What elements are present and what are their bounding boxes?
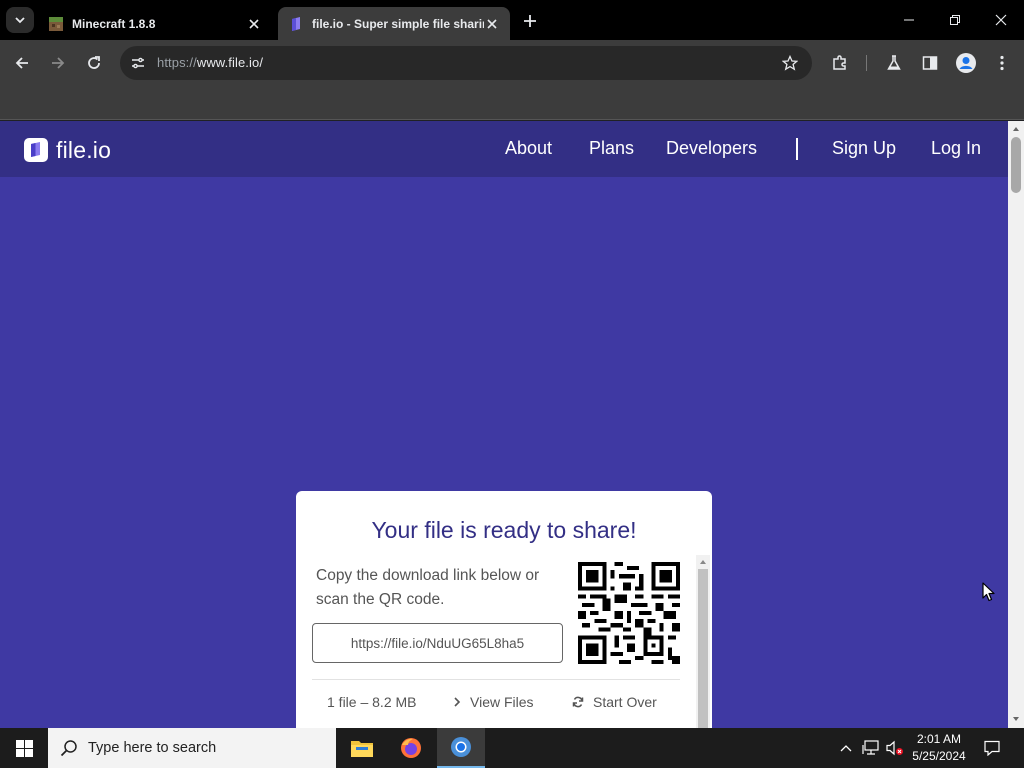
mouse-cursor-icon [982, 582, 995, 602]
close-window-button[interactable] [978, 0, 1024, 40]
back-button[interactable] [8, 49, 36, 77]
fileio-logo-icon [24, 138, 48, 162]
side-panel-icon [922, 56, 938, 70]
site-navbar: file.io About Plans Developers Sign Up L… [0, 121, 1008, 177]
toolbar-divider [866, 55, 867, 71]
card-description: Copy the download link below or scan the… [316, 567, 540, 608]
close-tab-icon[interactable] [246, 16, 262, 32]
flask-icon [887, 55, 901, 70]
file-explorer-button[interactable] [338, 728, 386, 768]
page-scrollbar[interactable] [1008, 121, 1024, 728]
notification-icon [984, 740, 1000, 756]
minimize-button[interactable] [886, 0, 932, 40]
volume-button[interactable] [884, 728, 906, 768]
reload-icon [88, 56, 100, 69]
bookmark-star-icon[interactable] [780, 53, 800, 73]
tab-fileio[interactable]: file.io - Super simple file sharing [278, 7, 510, 40]
firefox-button[interactable] [387, 728, 435, 768]
refresh-icon [572, 696, 584, 708]
side-panel-button[interactable] [916, 49, 944, 77]
show-hidden-icons-button[interactable] [836, 728, 856, 768]
nav-sign-up[interactable]: Sign Up [832, 138, 896, 159]
restore-icon [950, 15, 960, 25]
page-scrollbar-thumb[interactable] [1011, 137, 1021, 193]
nav-about[interactable]: About [505, 138, 552, 159]
start-over-button[interactable]: Start Over [572, 694, 657, 710]
new-tab-button[interactable] [518, 10, 542, 32]
bookmarks-bar [0, 85, 1024, 120]
nav-log-in[interactable]: Log In [931, 138, 981, 159]
plus-icon [524, 15, 536, 27]
url-text: https://www.file.io/ [157, 55, 264, 70]
close-tab-icon[interactable] [484, 16, 500, 32]
fileio-favicon-icon [292, 16, 300, 31]
chrome-icon [451, 737, 471, 757]
menu-button[interactable] [988, 49, 1016, 77]
nav-developers[interactable]: Developers [666, 138, 757, 159]
start-button[interactable] [0, 728, 48, 768]
tab-title: file.io - Super simple file sharing [312, 16, 484, 31]
logo-text: file.io [56, 136, 112, 163]
share-card: Your file is ready to share! Copy the do… [296, 491, 712, 728]
windows-taskbar: Type here to search 2:01 AM 5/25/2024 [0, 728, 1024, 768]
site-logo[interactable]: file.io [24, 137, 111, 163]
tab-strip: Minecraft 1.8.8 file.io - Super simple f… [0, 0, 1024, 40]
card-divider [312, 679, 680, 680]
network-icon [862, 740, 879, 755]
network-button[interactable] [860, 728, 882, 768]
file-info: 1 file – 8.2 MB [327, 694, 417, 710]
minecraft-favicon-icon [49, 16, 63, 31]
scroll-up-icon [1013, 127, 1019, 131]
qr-code-icon[interactable] [578, 562, 680, 664]
address-bar[interactable]: https://www.file.io/ [120, 46, 812, 80]
screen: Minecraft 1.8.8 file.io - Super simple f… [0, 0, 1024, 768]
card-scrollbar-thumb[interactable] [698, 569, 708, 728]
taskbar-search-box[interactable]: Type here to search [48, 728, 336, 768]
volume-muted-icon [886, 740, 903, 756]
chevron-right-icon [454, 697, 461, 707]
page-viewport: file.io About Plans Developers Sign Up L… [0, 121, 1008, 728]
profile-button[interactable] [952, 49, 980, 77]
close-icon [995, 14, 1007, 26]
labs-button[interactable] [880, 49, 908, 77]
folder-icon [351, 741, 373, 757]
tab-search-button[interactable] [6, 7, 34, 33]
avatar-icon [956, 53, 976, 73]
download-link-field[interactable]: https://file.io/NduUG65L8ha5 [312, 623, 563, 663]
forward-button[interactable] [44, 49, 72, 77]
firefox-icon [401, 738, 421, 758]
chevron-up-icon [840, 745, 852, 752]
reload-button[interactable] [80, 49, 108, 77]
tab-title: Minecraft 1.8.8 [72, 16, 156, 31]
card-scrollbar[interactable] [696, 555, 710, 728]
tab-minecraft[interactable]: Minecraft 1.8.8 [38, 7, 272, 40]
scroll-up-icon [700, 560, 706, 564]
search-placeholder: Type here to search [88, 740, 217, 756]
site-info-icon[interactable] [128, 53, 148, 73]
chevron-down-icon [15, 17, 25, 24]
notifications-button[interactable] [978, 728, 1006, 768]
kebab-menu-icon [1000, 55, 1004, 71]
windows-logo-icon [15, 739, 33, 757]
arrow-right-icon [52, 57, 65, 69]
clock-time: 2:01 AM [916, 732, 962, 746]
card-title: Your file is ready to share! [371, 517, 637, 543]
view-files-button[interactable]: View Files [452, 694, 534, 710]
minimize-icon [904, 19, 914, 21]
search-icon [60, 740, 77, 757]
arrow-left-icon [15, 57, 28, 69]
chrome-button[interactable] [437, 728, 485, 768]
scroll-down-icon [1013, 717, 1019, 721]
clock-date: 5/25/2024 [912, 749, 966, 763]
nav-divider [796, 138, 798, 160]
restore-button[interactable] [932, 0, 978, 40]
extensions-button[interactable] [826, 49, 854, 77]
system-clock[interactable]: 2:01 AM 5/25/2024 [904, 731, 974, 765]
nav-plans[interactable]: Plans [589, 138, 634, 159]
puzzle-icon [833, 55, 846, 70]
